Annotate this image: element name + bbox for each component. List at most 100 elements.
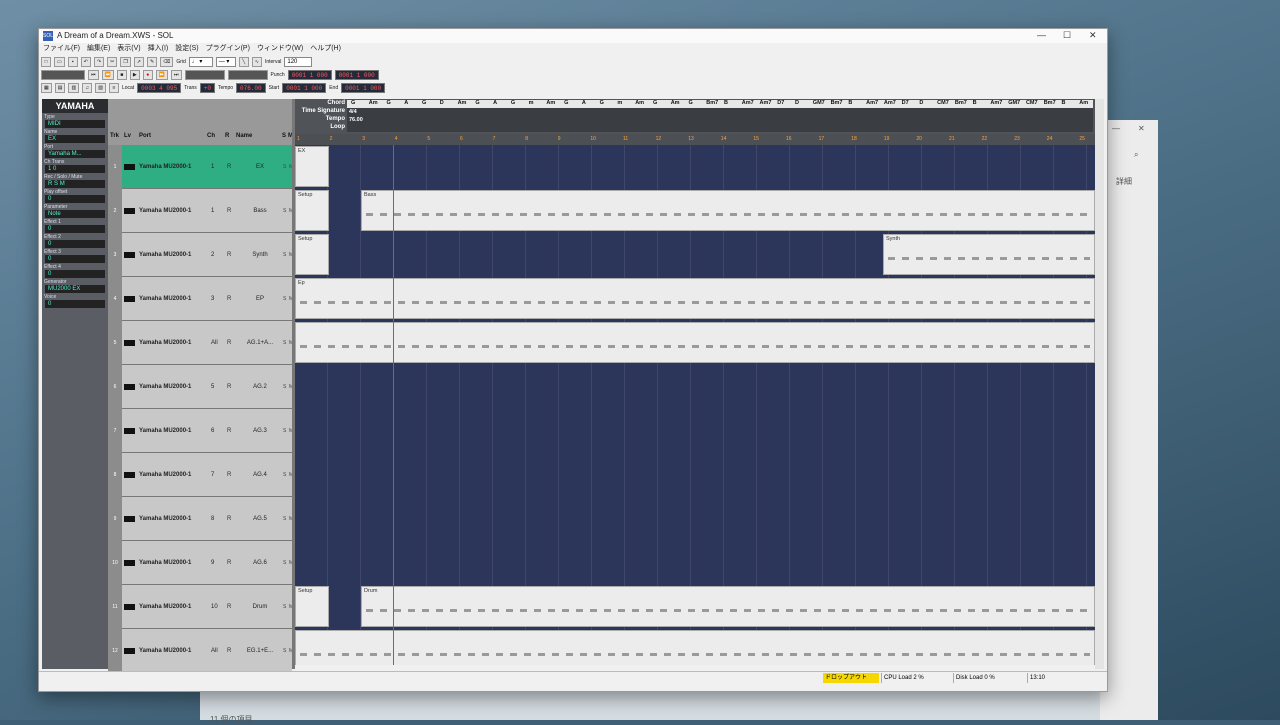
punch-out-display[interactable]: 0001 1 000 bbox=[334, 70, 379, 80]
menu-help[interactable]: ヘルプ(H) bbox=[310, 43, 341, 54]
chord-symbol[interactable]: Am7 bbox=[742, 100, 754, 106]
midi-part[interactable]: Setup bbox=[295, 586, 329, 627]
sync-button[interactable] bbox=[41, 70, 85, 80]
chord-symbol[interactable]: Bm7 bbox=[706, 100, 718, 106]
chord-symbol[interactable]: Am bbox=[546, 100, 555, 106]
midi-part[interactable] bbox=[295, 630, 1095, 665]
location-display[interactable]: 0003 4 095 bbox=[137, 83, 182, 93]
trans-value[interactable]: 0 bbox=[53, 166, 56, 172]
select-tool-icon[interactable]: ➚ bbox=[133, 57, 145, 67]
track-row[interactable]: 6Yamaha MU2000-15RAG.2SM bbox=[108, 365, 293, 409]
rewind-icon[interactable]: ⏪ bbox=[101, 70, 114, 80]
chord-symbol[interactable]: m bbox=[529, 100, 534, 106]
transpose-display[interactable]: +0 bbox=[199, 83, 215, 93]
track-lane[interactable] bbox=[295, 497, 1095, 541]
track-row[interactable]: 8Yamaha MU2000-17RAG.4SM bbox=[108, 453, 293, 497]
chord-symbol[interactable]: m bbox=[617, 100, 622, 106]
line-tool-icon[interactable]: ╲ bbox=[238, 57, 249, 67]
solo-toggle[interactable]: S bbox=[283, 409, 286, 453]
chord-symbol[interactable]: G bbox=[475, 100, 479, 106]
chord-symbol[interactable]: B bbox=[973, 100, 977, 106]
chord-symbol[interactable]: Am bbox=[458, 100, 467, 106]
rec-toggle[interactable]: R bbox=[227, 189, 231, 233]
chord-symbol[interactable]: D7 bbox=[777, 100, 784, 106]
chord-symbol[interactable]: A bbox=[493, 100, 497, 106]
chord-symbol[interactable]: Am bbox=[369, 100, 378, 106]
chord-symbol[interactable]: G bbox=[387, 100, 391, 106]
track-lane[interactable] bbox=[295, 409, 1095, 453]
track-row[interactable]: 3Yamaha MU2000-12RSynthSM bbox=[108, 233, 293, 277]
chord-track[interactable]: G Am G A G D Am G A Gm Am G A Gm Am G Am G Bm7 B Am7 Am7 D7 D GM… bbox=[347, 100, 1093, 108]
midi-part[interactable]: Setup bbox=[295, 190, 329, 231]
chord-symbol[interactable]: G bbox=[653, 100, 657, 106]
rec-toggle[interactable]: R bbox=[227, 233, 231, 277]
interval-input[interactable]: 120 bbox=[284, 57, 313, 67]
type-value[interactable]: MIDI bbox=[45, 120, 105, 128]
track-row[interactable]: 4Yamaha MU2000-13REPSM bbox=[108, 277, 293, 321]
rec-solo-mute-buttons[interactable]: R S M bbox=[45, 180, 105, 188]
chord-symbol[interactable]: G bbox=[422, 100, 426, 106]
vertical-scrollbar[interactable] bbox=[1095, 99, 1104, 669]
solo-toggle[interactable]: S bbox=[283, 365, 286, 409]
track-window-icon[interactable]: ▤ bbox=[54, 83, 66, 93]
chord-symbol[interactable]: G bbox=[564, 100, 568, 106]
rec-toggle[interactable]: R bbox=[227, 321, 231, 365]
menu-plugin[interactable]: プラグイン(P) bbox=[206, 43, 250, 54]
click-button[interactable] bbox=[227, 70, 268, 80]
midi-part[interactable]: Ep bbox=[295, 278, 1095, 319]
chord-symbol[interactable]: G bbox=[688, 100, 692, 106]
track-lane[interactable]: Setup Synth bbox=[295, 233, 1095, 277]
punch-in-display[interactable]: 0001 1 000 bbox=[287, 70, 332, 80]
metronome-button[interactable] bbox=[184, 70, 225, 80]
solo-toggle[interactable]: S bbox=[283, 541, 286, 585]
chord-symbol[interactable]: Am bbox=[671, 100, 680, 106]
tempo-display[interactable]: 076.00 bbox=[236, 83, 266, 93]
solo-button[interactable]: S bbox=[54, 181, 58, 187]
track-lane[interactable]: Ep bbox=[295, 277, 1095, 321]
track-lane[interactable] bbox=[295, 321, 1095, 365]
midi-part[interactable]: Synth bbox=[883, 234, 1095, 275]
chord-symbol[interactable]: D bbox=[440, 100, 444, 106]
midi-part[interactable] bbox=[295, 322, 1095, 363]
rec-toggle[interactable]: R bbox=[227, 145, 231, 189]
solo-toggle[interactable]: S bbox=[283, 585, 286, 629]
close-button[interactable]: ✕ bbox=[1089, 30, 1097, 41]
record-icon[interactable]: ● bbox=[142, 70, 153, 80]
rec-toggle[interactable]: R bbox=[227, 409, 231, 453]
tempo-track[interactable]: 76.00 bbox=[347, 116, 1093, 124]
arrange-area[interactable]: EX Setup Bass Setup Synth Ep Setup Drum bbox=[295, 145, 1095, 665]
rec-toggle[interactable]: R bbox=[227, 585, 231, 629]
score-icon[interactable]: ♫ bbox=[82, 83, 93, 93]
chord-symbol[interactable]: Am7 bbox=[884, 100, 896, 106]
menu-window[interactable]: ウィンドウ(W) bbox=[257, 43, 303, 54]
menu-settings[interactable]: 設定(S) bbox=[175, 43, 198, 54]
solo-toggle[interactable]: S bbox=[283, 497, 286, 541]
chord-symbol[interactable]: Am7 bbox=[866, 100, 878, 106]
bar-ruler[interactable]: 1 2 3 4 5 6 7 8 9 10 11 12 13 14 15 16 17 18 19 20 21 22 23 24 2… bbox=[295, 134, 1095, 145]
eraser-tool-icon[interactable]: ⌫ bbox=[160, 57, 174, 67]
play-icon[interactable]: ▶ bbox=[129, 70, 140, 80]
track-lane[interactable]: EX bbox=[295, 145, 1095, 189]
menu-insert[interactable]: 挿入(I) bbox=[148, 43, 169, 54]
generator-value[interactable]: MU2000 EX bbox=[45, 285, 105, 293]
effect2-value[interactable]: 0 bbox=[45, 240, 105, 248]
track-row[interactable]: 9Yamaha MU2000-18RAG.5SM bbox=[108, 497, 293, 541]
chord-symbol[interactable]: Am7 bbox=[760, 100, 772, 106]
parameter-value[interactable]: Note bbox=[45, 210, 105, 218]
event-list-icon[interactable]: ≡ bbox=[108, 83, 119, 93]
stop-icon[interactable]: ■ bbox=[116, 70, 127, 80]
mixer-icon[interactable]: ▧ bbox=[95, 83, 106, 93]
midi-part[interactable]: Drum bbox=[361, 586, 1095, 627]
chord-symbol[interactable]: B bbox=[724, 100, 728, 106]
track-row[interactable]: 7Yamaha MU2000-16RAG.3SM bbox=[108, 409, 293, 453]
track-row[interactable]: 2Yamaha MU2000-11RBassSM bbox=[108, 189, 293, 233]
name-value[interactable]: EX bbox=[45, 135, 105, 143]
rec-toggle[interactable]: R bbox=[227, 497, 231, 541]
rec-button[interactable]: R bbox=[48, 181, 52, 187]
undo-icon[interactable]: ↶ bbox=[80, 57, 91, 67]
solo-toggle[interactable]: S bbox=[283, 453, 286, 497]
ch-trans-value[interactable]: 1 0 bbox=[45, 165, 105, 173]
chord-symbol[interactable]: D bbox=[795, 100, 799, 106]
loop-start-display[interactable]: 0001 1 000 bbox=[282, 83, 327, 93]
effect3-value[interactable]: 0 bbox=[45, 255, 105, 263]
